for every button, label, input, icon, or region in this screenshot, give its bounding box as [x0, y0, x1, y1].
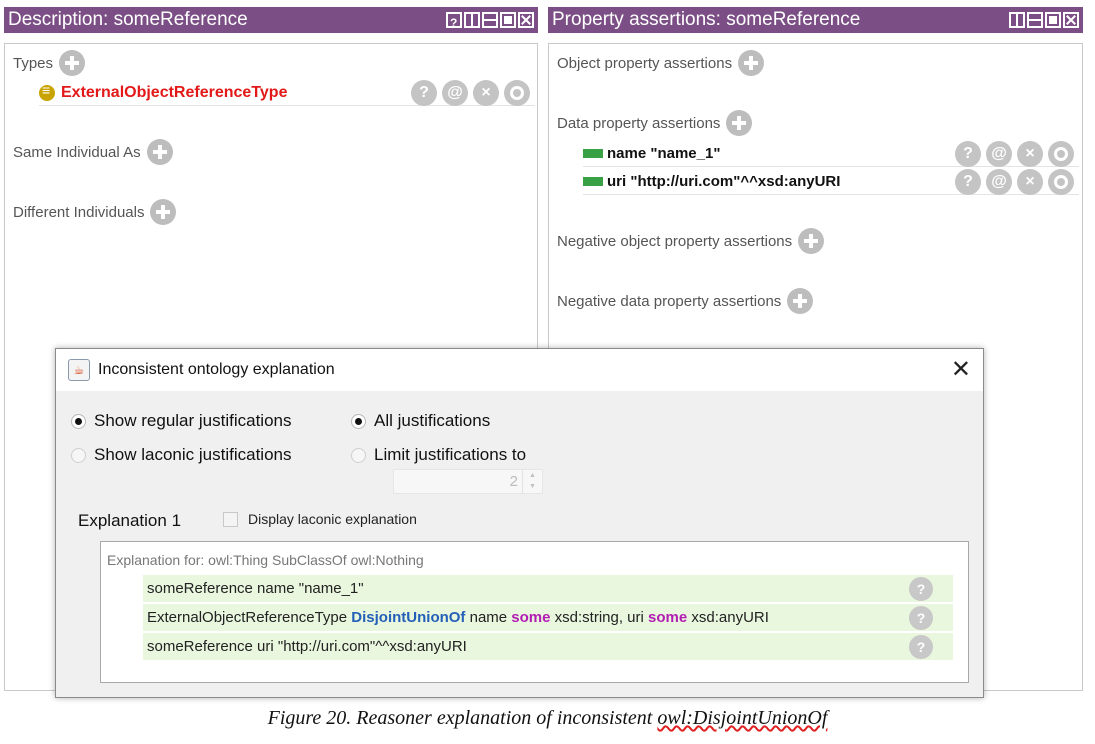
radio-selected-icon — [71, 413, 86, 429]
add-same-individual-button[interactable] — [146, 139, 173, 165]
type-item-label: ExternalObjectReferenceType — [61, 83, 288, 101]
dialog-title-bar: ☕ Inconsistent ontology explanation ✕ — [56, 349, 983, 391]
axiom-row: someReference uri "http://uri.com"^^xsd:… — [143, 633, 953, 661]
add-negative-data-property-button[interactable] — [787, 288, 814, 314]
annotate-icon[interactable]: @ — [986, 141, 1012, 167]
checkbox-icon — [223, 511, 238, 527]
axiom-text: someReference uri "http://uri.com"^^xsd:… — [147, 638, 467, 655]
spinner-arrows-icon[interactable]: ▲ ▼ — [522, 470, 542, 493]
show-laconic-label: Show laconic justifications — [94, 445, 292, 464]
add-negative-object-property-button[interactable] — [798, 228, 825, 254]
object-property-label: Object property assertions — [557, 54, 733, 72]
dialog-title: Inconsistent ontology explanation — [98, 361, 335, 378]
radio-unselected-icon — [71, 447, 86, 463]
description-panel-header: Description: someReference — [4, 7, 538, 36]
explain-icon[interactable]: ? — [955, 141, 981, 167]
delete-icon[interactable]: × — [473, 80, 499, 106]
negative-object-property-label: Negative object property assertions — [557, 232, 793, 250]
display-laconic-label: Display laconic explanation — [248, 511, 417, 527]
close-panel-icon[interactable] — [1063, 12, 1079, 28]
negative-data-property-label: Negative data property assertions — [557, 292, 782, 310]
add-data-property-button[interactable] — [726, 110, 753, 136]
annotate-icon[interactable]: @ — [986, 169, 1012, 195]
data-assertion-actions: ? @ × — [955, 141, 1074, 167]
data-property-icon — [583, 149, 603, 158]
limit-justifications-radio[interactable]: Limit justifications to — [351, 445, 526, 465]
negative-object-property-section: Negative object property assertions — [557, 228, 825, 254]
same-individual-label: Same Individual As — [13, 143, 141, 161]
add-object-property-button[interactable] — [738, 50, 765, 76]
explanation-label: Explanation 1 — [78, 511, 182, 530]
axiom-row: ExternalObjectReferenceType DisjointUnio… — [143, 604, 953, 632]
panel-help-icon[interactable] — [446, 10, 462, 36]
data-assertion-label: uri "http://uri.com"^^xsd:anyURI — [607, 173, 841, 190]
all-justifications-label: All justifications — [374, 411, 491, 430]
axiom-text: someReference name "name_1" — [147, 580, 364, 597]
property-panel-controls — [1009, 12, 1079, 28]
dialog-close-button[interactable]: ✕ — [951, 355, 971, 384]
close-panel-icon[interactable] — [518, 12, 534, 28]
explain-icon[interactable]: ? — [411, 80, 437, 106]
delete-icon[interactable]: × — [1017, 169, 1043, 195]
data-property-section: Data property assertions — [557, 110, 753, 136]
edit-icon[interactable] — [1048, 141, 1074, 167]
split-horizontal-icon[interactable] — [1027, 12, 1043, 28]
radio-unselected-icon — [351, 447, 366, 463]
data-property-label: Data property assertions — [557, 114, 721, 132]
display-laconic-checkbox[interactable]: Display laconic explanation — [223, 511, 417, 527]
limit-spinner-value: 2 — [509, 473, 518, 490]
data-assertion-actions: ? @ × — [955, 169, 1074, 195]
object-property-section: Object property assertions — [557, 50, 765, 76]
data-property-icon — [583, 177, 603, 186]
data-assertion-label: name "name_1" — [607, 145, 721, 162]
annotate-icon[interactable]: @ — [442, 80, 468, 106]
axiom-help-icon[interactable]: ? — [909, 606, 933, 630]
explain-icon[interactable]: ? — [955, 169, 981, 195]
property-assertions-panel-title: Property assertions: someReference — [552, 9, 861, 30]
edit-icon[interactable] — [1048, 169, 1074, 195]
explanation-for-text: Explanation for: owl:Thing SubClassOf ow… — [107, 552, 424, 568]
explanation-box: Explanation for: owl:Thing SubClassOf ow… — [100, 541, 969, 683]
java-app-icon: ☕ — [68, 359, 90, 381]
split-vertical-icon[interactable] — [1009, 12, 1025, 28]
different-individuals-label: Different Individuals — [13, 203, 145, 221]
delete-icon[interactable]: × — [1017, 141, 1043, 167]
axiom-row: someReference name "name_1" ? — [143, 575, 953, 603]
radio-selected-icon — [351, 413, 366, 429]
axiom-text: ExternalObjectReferenceType DisjointUnio… — [147, 609, 769, 626]
type-item-actions: ? @ × — [411, 80, 530, 106]
axiom-help-icon[interactable]: ? — [909, 577, 933, 601]
same-individual-section: Same Individual As — [13, 139, 173, 165]
limit-justifications-label: Limit justifications to — [374, 445, 527, 464]
property-assertions-panel-header: Property assertions: someReference — [548, 7, 1083, 33]
types-label: Types — [13, 54, 54, 72]
all-justifications-radio[interactable]: All justifications — [351, 411, 490, 431]
negative-data-property-section: Negative data property assertions — [557, 288, 814, 314]
limit-spinner[interactable]: 2 ▲ ▼ — [393, 469, 543, 494]
edit-icon[interactable] — [504, 80, 530, 106]
show-regular-radio[interactable]: Show regular justifications — [71, 411, 291, 431]
add-different-individual-button[interactable] — [150, 199, 177, 225]
description-panel-controls — [446, 10, 534, 36]
add-type-button[interactable] — [59, 50, 86, 76]
maximize-icon[interactable] — [500, 12, 516, 28]
show-regular-label: Show regular justifications — [94, 411, 292, 430]
show-laconic-radio[interactable]: Show laconic justifications — [71, 445, 291, 465]
axiom-help-icon[interactable]: ? — [909, 635, 933, 659]
different-individuals-section: Different Individuals — [13, 199, 177, 225]
description-panel-title: Description: someReference — [8, 9, 248, 30]
class-icon — [39, 82, 55, 101]
explanation-dialog: ☕ Inconsistent ontology explanation ✕ Sh… — [55, 348, 984, 698]
types-section: Types — [13, 50, 86, 76]
split-vertical-icon[interactable] — [464, 12, 480, 28]
maximize-icon[interactable] — [1045, 12, 1061, 28]
figure-caption: Figure 20. Reasoner explanation of incon… — [267, 707, 828, 729]
split-horizontal-icon[interactable] — [482, 12, 498, 28]
